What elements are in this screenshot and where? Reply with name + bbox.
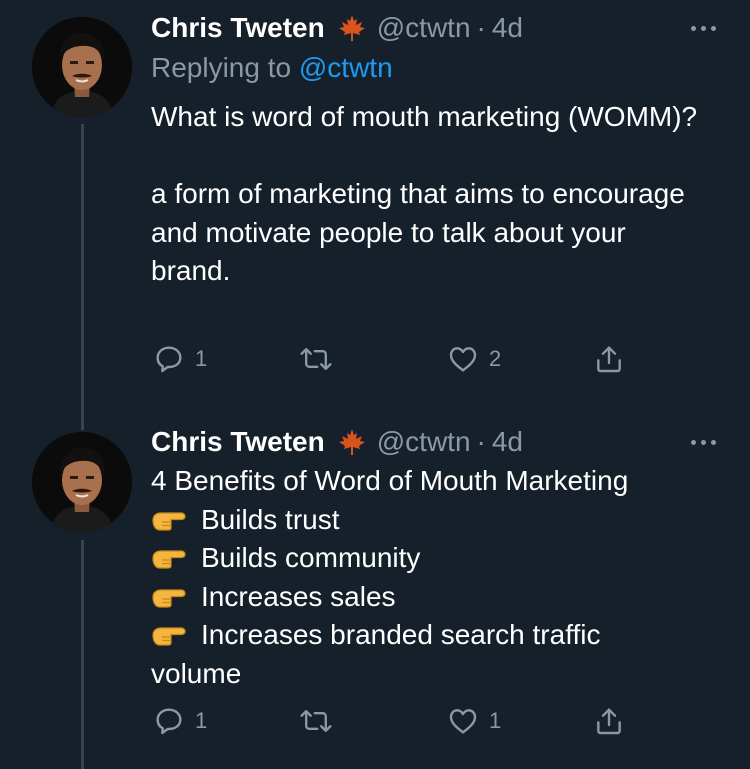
- tweet-actions: 1 1: [151, 705, 631, 741]
- list-item-text: Builds trust: [201, 503, 340, 535]
- reply-button[interactable]: 1: [153, 705, 207, 737]
- tweet-header: Chris Tweten @ctwtn · 4d: [151, 422, 523, 462]
- reply-button[interactable]: 1: [153, 343, 207, 375]
- tweet-1[interactable]: Chris Tweten @ctwtn · 4d Replying to @ct…: [0, 0, 750, 420]
- more-icon[interactable]: [691, 440, 716, 445]
- retweet-button[interactable]: [299, 705, 343, 737]
- share-button[interactable]: [593, 705, 625, 737]
- like-count: 1: [489, 708, 502, 733]
- heart-icon: [449, 347, 477, 372]
- author-handle[interactable]: @ctwtn: [377, 12, 471, 44]
- thread-line: [81, 540, 84, 769]
- heart-icon: [449, 709, 477, 734]
- like-button[interactable]: 2: [447, 343, 501, 375]
- tweet-trailing-text: volume: [151, 657, 242, 689]
- tweet-paragraph: What is word of mouth marketing (WOMM)?: [151, 101, 698, 132]
- reply-mention-link[interactable]: @ctwtn: [299, 52, 393, 83]
- share-icon: [597, 708, 621, 735]
- author-name[interactable]: Chris Tweten: [151, 12, 325, 44]
- author-handle[interactable]: @ctwtn: [377, 426, 471, 458]
- tweet-header: Chris Tweten @ctwtn · 4d: [151, 8, 523, 48]
- list-item: Increases branded search traffic: [151, 616, 711, 655]
- like-count: 2: [489, 346, 502, 371]
- list-item-text: Builds community: [201, 542, 421, 573]
- pointing-hand-icon: [152, 512, 186, 531]
- list-item: Increases sales: [151, 578, 711, 617]
- list-item-text: Increases sales: [201, 580, 396, 612]
- maple-leaf-icon: [337, 427, 367, 457]
- separator-dot: ·: [476, 12, 486, 43]
- list-item: Builds trust: [151, 501, 711, 540]
- like-button[interactable]: 1: [447, 705, 501, 737]
- thread-line: [81, 420, 84, 430]
- thread-line: [81, 124, 84, 420]
- more-icon[interactable]: [691, 26, 716, 31]
- retweet-icon: [300, 710, 332, 732]
- tweet-2[interactable]: Chris Tweten @ctwtn · 4d 4 Benefits of W…: [0, 420, 750, 769]
- separator-dot: ·: [476, 426, 486, 457]
- reply-count: 1: [195, 708, 208, 733]
- retweet-icon: [300, 348, 332, 370]
- tweet-text: What is word of mouth marketing (WOMM)? …: [151, 98, 711, 291]
- pointing-hand-icon: [152, 627, 186, 646]
- list-item: Builds community: [151, 539, 711, 578]
- reply-icon: [156, 708, 182, 735]
- avatar[interactable]: [32, 432, 132, 532]
- pointing-hand-icon: [152, 589, 186, 608]
- retweet-button[interactable]: [299, 343, 343, 375]
- maple-leaf-icon: [337, 13, 367, 43]
- reply-icon: [156, 346, 182, 373]
- tweet-text: 4 Benefits of Word of Mouth Marketing Bu…: [151, 462, 711, 693]
- tweet-heading: 4 Benefits of Word of Mouth Marketing: [151, 465, 629, 496]
- tweet-actions: 1 2: [151, 343, 631, 379]
- tweet-paragraph: a form of marketing that aims to encoura…: [151, 178, 685, 286]
- avatar[interactable]: [32, 17, 132, 117]
- pointing-hand-icon: [152, 550, 186, 569]
- author-name[interactable]: Chris Tweten: [151, 426, 325, 458]
- replying-label: Replying to: [151, 52, 292, 83]
- timestamp[interactable]: 4d: [492, 12, 523, 44]
- reply-count: 1: [195, 346, 208, 371]
- timestamp[interactable]: 4d: [492, 426, 523, 458]
- replying-to: Replying to @ctwtn: [151, 52, 393, 84]
- share-icon: [597, 346, 621, 373]
- list-item-text: Increases branded search traffic: [201, 619, 601, 650]
- share-button[interactable]: [593, 343, 625, 375]
